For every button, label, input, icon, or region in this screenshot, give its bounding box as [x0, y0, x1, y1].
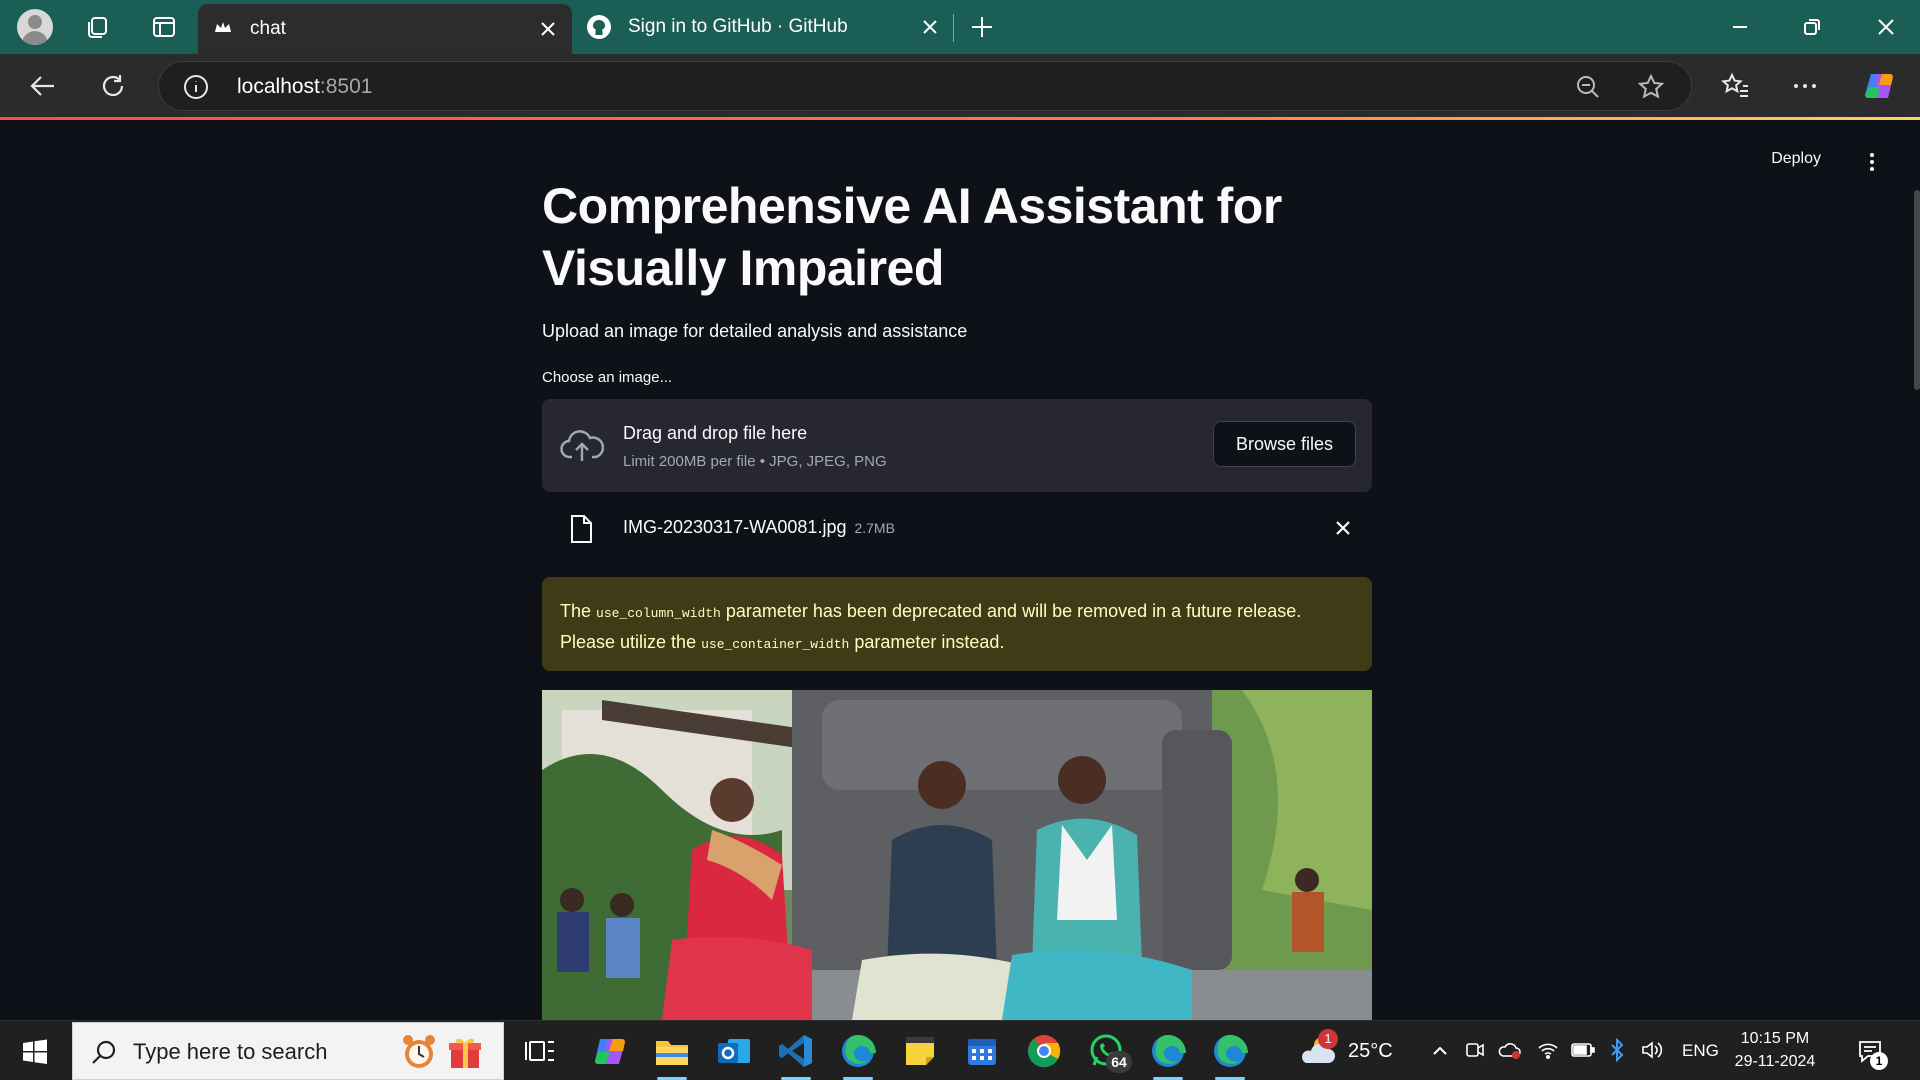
tab-chat[interactable]: chat	[198, 4, 572, 54]
clock-time: 10:15 PM	[1740, 1030, 1810, 1047]
dropzone-title: Drag and drop file here	[623, 423, 808, 443]
close-tab-icon[interactable]	[918, 15, 942, 39]
notification-badge: 1	[1870, 1052, 1888, 1070]
url-host: localhost	[237, 75, 320, 98]
whatsapp-badge: 64	[1106, 1051, 1132, 1073]
edge-dev-icon[interactable]	[1148, 1031, 1188, 1071]
tab-title: chat	[250, 18, 286, 39]
minimize-icon[interactable]	[1726, 13, 1754, 41]
github-icon	[587, 15, 611, 39]
alarm-clock-icon	[403, 1035, 435, 1068]
clock-date: 29-11-2024	[1734, 1053, 1816, 1070]
edge-beta-icon[interactable]	[1210, 1031, 1250, 1071]
page-title: Comprehensive AI Assistant for Visually …	[542, 178, 1282, 296]
browser-toolbar: localhost:8501	[0, 54, 1920, 118]
uploader-label: Choose an image...	[542, 369, 673, 386]
sticky-notes-icon[interactable]	[900, 1031, 940, 1071]
tab-github[interactable]: Sign in to GitHub · GitHub	[584, 0, 954, 54]
restore-icon[interactable]	[1798, 13, 1826, 41]
favorite-star-icon[interactable]	[1637, 73, 1665, 101]
more-menu-icon[interactable]	[1790, 71, 1820, 101]
uploaded-image-preview	[542, 690, 1372, 1020]
close-tab-icon[interactable]	[536, 17, 560, 41]
chrome-icon[interactable]	[1024, 1031, 1064, 1071]
favorites-icon[interactable]	[1720, 71, 1750, 101]
deploy-button[interactable]: Deploy	[1771, 150, 1821, 168]
temperature[interactable]: 25°C	[1348, 1040, 1393, 1063]
taskbar-search-placeholder: Type here to search	[133, 1039, 328, 1064]
page-subtitle: Upload an image for detailed analysis an…	[542, 321, 968, 341]
browse-files-button[interactable]: Browse files	[1213, 421, 1356, 467]
browser-tab-strip: chat Sign in to GitHub · GitHub	[0, 0, 1920, 54]
profile-avatar[interactable]	[17, 9, 53, 45]
edge-icon[interactable]	[838, 1031, 878, 1071]
battery-icon[interactable]	[1570, 1041, 1596, 1059]
refresh-icon[interactable]	[98, 71, 128, 101]
file-dropzone[interactable]: Drag and drop file here Limit 200MB per …	[542, 399, 1372, 492]
site-info-icon[interactable]	[183, 74, 209, 100]
file-icon	[571, 515, 592, 543]
streamlit-app: Deploy Comprehensive AI Assistant for Vi…	[0, 120, 1920, 1020]
warning-text-3: parameter instead.	[849, 632, 1005, 652]
vscode-icon[interactable]	[776, 1031, 816, 1071]
windows-taskbar: Type here to search 64 1 25°C ENG 10:15 …	[0, 1020, 1920, 1080]
cloud-upload-icon	[560, 430, 604, 461]
weather-badge: 1	[1318, 1029, 1338, 1049]
close-window-icon[interactable]	[1872, 13, 1900, 41]
wifi-icon[interactable]	[1536, 1039, 1560, 1061]
back-icon[interactable]	[28, 71, 58, 101]
dropzone-limit-text: Limit 200MB per file • JPG, JPEG, PNG	[623, 453, 887, 470]
input-language[interactable]: ENG	[1682, 1041, 1719, 1061]
zoom-out-icon[interactable]	[1575, 74, 1601, 100]
file-explorer-icon[interactable]	[652, 1031, 692, 1071]
meet-now-icon[interactable]	[1464, 1039, 1486, 1061]
url-text[interactable]: localhost:8501	[237, 75, 372, 99]
search-icon	[92, 1040, 116, 1064]
warning-code-1: use_column_width	[596, 606, 721, 621]
copilot-taskbar-icon[interactable]	[590, 1031, 630, 1071]
remove-file-icon[interactable]	[1332, 517, 1354, 539]
streamlit-crown-icon	[215, 22, 231, 32]
windows-start-icon[interactable]	[22, 1039, 48, 1065]
gift-icon	[449, 1038, 481, 1068]
page-scrollbar[interactable]	[1914, 190, 1920, 390]
warning-text-1: The	[560, 601, 597, 621]
workspaces-icon[interactable]	[83, 13, 111, 41]
copilot-icon[interactable]	[1862, 69, 1896, 103]
tab-separator	[953, 14, 954, 42]
deprecation-warning: The use_column_width parameter has been …	[542, 577, 1372, 671]
system-clock[interactable]: 10:15 PM 29-11-2024	[1720, 1027, 1830, 1073]
calendar-icon[interactable]	[962, 1031, 1002, 1071]
main-menu-icon[interactable]	[1862, 150, 1882, 174]
taskbar-search-box[interactable]: Type here to search	[72, 1022, 504, 1080]
bluetooth-icon[interactable]	[1608, 1038, 1626, 1062]
uploaded-file-size: 2.7MB	[854, 520, 895, 536]
onedrive-icon[interactable]	[1498, 1039, 1522, 1061]
outlook-icon[interactable]	[714, 1031, 754, 1071]
uploaded-file-name: IMG-20230317-WA0081.jpg	[623, 517, 847, 537]
tab-actions-icon[interactable]	[150, 13, 178, 41]
show-hidden-icons-icon[interactable]	[1430, 1041, 1450, 1061]
address-bar[interactable]: localhost:8501	[158, 61, 1692, 111]
url-port: :8501	[319, 75, 373, 98]
tab-title: Sign in to GitHub · GitHub	[628, 16, 848, 37]
task-view-icon[interactable]	[520, 1031, 560, 1071]
new-tab-icon[interactable]	[968, 13, 996, 41]
uploaded-file-row: IMG-20230317-WA0081.jpg 2.7MB	[542, 500, 1372, 558]
warning-code-2: use_container_width	[701, 637, 850, 652]
volume-icon[interactable]	[1640, 1039, 1664, 1061]
